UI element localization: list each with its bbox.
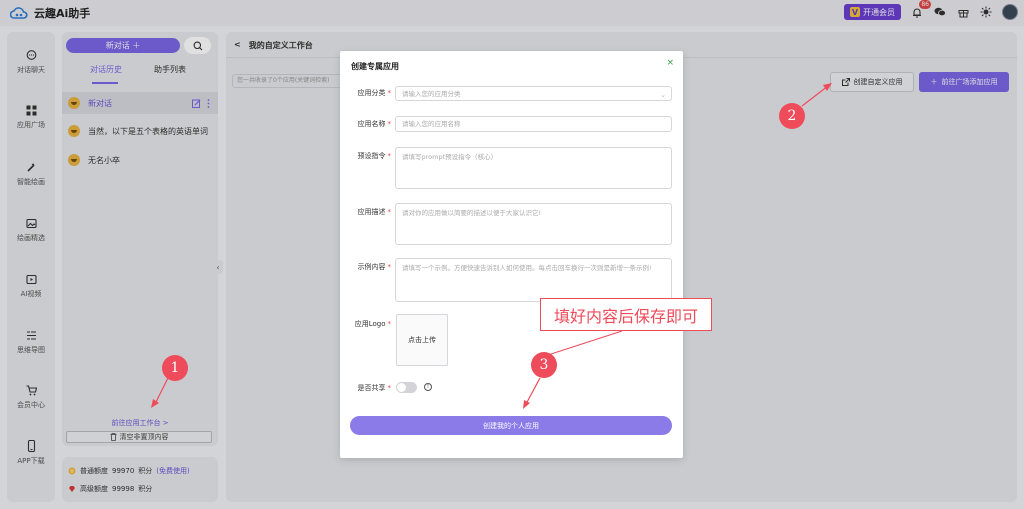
logo-upload-button[interactable]: 点击上传 (396, 314, 448, 366)
logo-label: 应用Logo * (354, 320, 391, 328)
category-select[interactable]: 请输入您的应用分类 ⌄ (395, 86, 672, 101)
example-textarea[interactable]: 请填写一个示例。方便快速告诉别人如何使用。每点击回车换行一次则是新增一条示例! (395, 258, 672, 302)
example-label: 示例内容 * (357, 263, 392, 271)
prompt-label: 预设指令 * (357, 152, 392, 160)
description-label: 应用描述 * (357, 208, 392, 216)
dialog-title: 创建专属应用 (351, 62, 399, 71)
category-label: 应用分类 * (357, 89, 392, 97)
create-personal-app-button[interactable]: 创建我的个人应用 (350, 416, 672, 435)
name-label: 应用名称 * (357, 120, 392, 128)
step-3-marker: 3 (531, 352, 557, 378)
app-name-input[interactable]: 请输入您的应用名称 (395, 116, 672, 132)
step-1-marker: 1 (162, 355, 188, 381)
info-icon[interactable]: ! (424, 383, 432, 391)
description-textarea[interactable]: 请对你的应用做以简要的描述以便于大家认识它! (395, 203, 672, 245)
annotation-callout: 填好内容后保存即可 (540, 298, 712, 331)
prompt-textarea[interactable]: 请填写prompt预设指令（核心） (395, 147, 672, 189)
category-placeholder: 请输入您的应用分类 (402, 90, 461, 98)
chevron-down-icon: ⌄ (660, 91, 666, 99)
create-app-dialog: 创建专属应用 × 应用分类 * 请输入您的应用分类 ⌄ 应用名称 * 请输入您的应用… (340, 51, 683, 458)
step-2-marker: 2 (779, 103, 805, 129)
share-label: 是否共享 * (357, 384, 392, 392)
share-toggle[interactable] (396, 382, 417, 393)
close-icon[interactable]: × (666, 58, 674, 68)
